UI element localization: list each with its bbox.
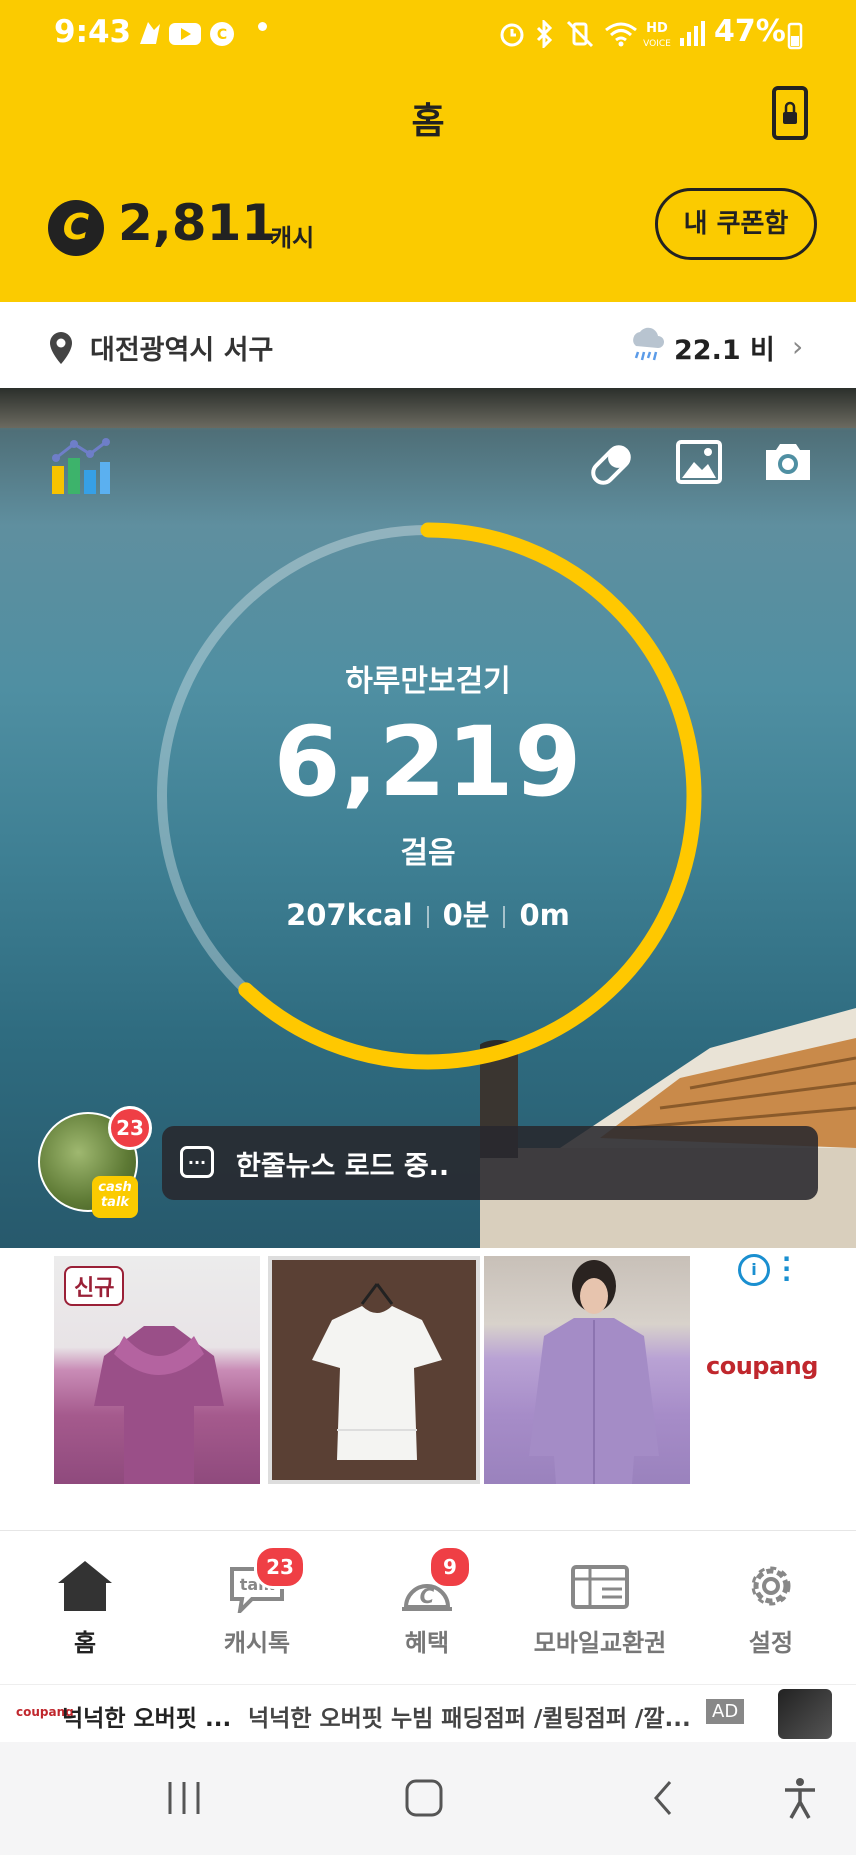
back-icon[interactable] <box>648 1778 678 1818</box>
status-bar: 9:43 C HD VOICE 47% <box>0 0 856 66</box>
time-value: 0분 <box>442 898 490 932</box>
calories-value: 207kcal <box>286 898 413 932</box>
home-button-icon[interactable] <box>404 1778 444 1818</box>
ad-banner-text: 넉넉한 오버핏 누빔 패딩점퍼 /퀼팅점퍼 /깔... <box>248 1706 691 1732</box>
nav-label-settings: 설정 <box>748 1629 794 1657</box>
ad-product-card[interactable] <box>268 1256 480 1484</box>
bluetooth-icon <box>536 20 553 48</box>
cashtalk-unread-badge: 23 <box>108 1106 152 1150</box>
accessibility-icon[interactable] <box>782 1776 818 1820</box>
recent-apps-icon[interactable] <box>164 1778 204 1818</box>
metric-divider <box>503 906 506 928</box>
chat-bubble-icon: ... <box>180 1146 214 1178</box>
alarm-icon <box>500 23 524 47</box>
lock-screen-button[interactable] <box>772 86 808 140</box>
nav-label-cashtalk: 캐시톡 <box>223 1629 291 1657</box>
distance-value: 0m <box>519 898 570 932</box>
cashtalk-nav-badge: 23 <box>254 1545 306 1589</box>
ad-product-card[interactable]: 신규 <box>54 1256 260 1484</box>
signal-icon <box>680 21 705 46</box>
ad-thumbnail <box>778 1689 832 1739</box>
svg-text:VOICE: VOICE <box>643 39 671 49</box>
lock-icon <box>783 101 797 124</box>
wifi-icon <box>605 22 637 47</box>
background-shoreline <box>0 388 856 428</box>
bottom-navigation: 홈 talk 23 캐시톡 C 9 혜택 모바일교환권 설정 <box>0 1530 856 1685</box>
gift-ticket-icon <box>571 1565 629 1609</box>
step-unit: 걸음 <box>400 836 456 871</box>
hd-voice-icon: HD VOICE <box>643 21 671 49</box>
bottom-ad-banner[interactable]: coupang 넉넉한 오버핏 ... 넉넉한 오버핏 누빔 패딩점퍼 /퀼팅점… <box>0 1684 856 1743</box>
nav-label-benefits: 혜택 <box>404 1629 450 1657</box>
vibrate-mute-icon <box>566 20 594 48</box>
camera-icon[interactable] <box>762 440 814 484</box>
cash-coin-icon: C <box>48 200 104 256</box>
ad-product-card[interactable] <box>484 1256 690 1484</box>
ad-label: AD <box>706 1699 745 1724</box>
home-icon <box>58 1561 112 1611</box>
svg-text:HD: HD <box>646 21 668 36</box>
notification-dot <box>258 22 267 31</box>
app-header: 홈 C 2,811 캐시 내 쿠폰함 <box>0 66 856 302</box>
page-title: 홈 <box>411 101 445 142</box>
step-count: 6,219 <box>273 706 583 818</box>
youtube-icon <box>169 23 201 45</box>
chevron-right-icon: › <box>792 330 804 363</box>
app-notification-icon <box>140 22 160 44</box>
nav-item-home[interactable]: 홈 <box>0 1531 170 1685</box>
white-blouse-image <box>312 1283 442 1460</box>
weather-text: 22.1 비 <box>674 335 775 366</box>
ad-carousel: 신규 i · · · coupang <box>0 1247 856 1530</box>
purple-blouse-image <box>94 1326 224 1484</box>
pedometer-hero: 하루만보걷기 6,219 걸음 207kcal 0분 0m cash talk 23… <box>0 388 856 1248</box>
system-navigation-bar <box>0 1742 856 1855</box>
cash-notification-icon: C <box>210 22 234 46</box>
svg-text:C: C <box>217 27 227 43</box>
nav-label-mobile-coupon: 모바일교환권 <box>533 1629 667 1657</box>
cashtalk-tag: cash talk <box>92 1176 138 1218</box>
my-coupon-button[interactable]: 내 쿠폰함 <box>655 188 817 260</box>
one-line-news-bar[interactable]: ... 한줄뉴스 로드 중.. <box>162 1126 818 1200</box>
nav-item-cashtalk[interactable]: talk 23 캐시톡 <box>172 1531 342 1685</box>
statistics-icon[interactable] <box>50 436 112 496</box>
activity-metrics: 207kcal 0분 0m <box>0 892 856 934</box>
battery-percent: 47% <box>714 14 786 49</box>
nav-item-mobile-coupon[interactable]: 모바일교환권 <box>514 1531 686 1685</box>
cash-unit: 캐시 <box>270 224 315 252</box>
battery-icon <box>787 22 803 50</box>
nav-label-home: 홈 <box>73 1629 97 1657</box>
gallery-icon[interactable] <box>676 440 722 484</box>
location-weather-bar[interactable]: 대전광역시 서구 22.1 비 › <box>0 302 856 388</box>
nav-item-settings[interactable]: 설정 <box>686 1531 856 1685</box>
pill-capsule-icon[interactable] <box>586 440 636 490</box>
coupang-logo[interactable]: coupang <box>706 1352 818 1380</box>
ad-banner-title: 넉넉한 오버핏 ... <box>62 1706 232 1732</box>
location-pin-icon <box>50 332 72 364</box>
more-options-icon[interactable]: · · · <box>782 1247 792 1291</box>
svg-text:C: C <box>420 1584 435 1608</box>
gear-icon <box>751 1566 791 1606</box>
rain-cloud-icon <box>633 327 664 361</box>
pedometer-title: 하루만보걷기 <box>345 664 511 699</box>
location-text: 대전광역시 서구 <box>90 335 274 366</box>
status-time: 9:43 <box>54 14 132 50</box>
ad-info-icon[interactable]: i <box>738 1254 770 1286</box>
benefits-nav-badge: 9 <box>428 1545 472 1589</box>
metric-divider <box>426 906 429 928</box>
new-badge: 신규 <box>64 1266 125 1306</box>
nav-item-benefits[interactable]: C 9 혜택 <box>342 1531 512 1685</box>
cash-amount: 2,811 <box>118 194 277 252</box>
lavender-shirt-image <box>529 1260 659 1484</box>
news-text: 한줄뉴스 로드 중.. <box>236 1151 450 1182</box>
